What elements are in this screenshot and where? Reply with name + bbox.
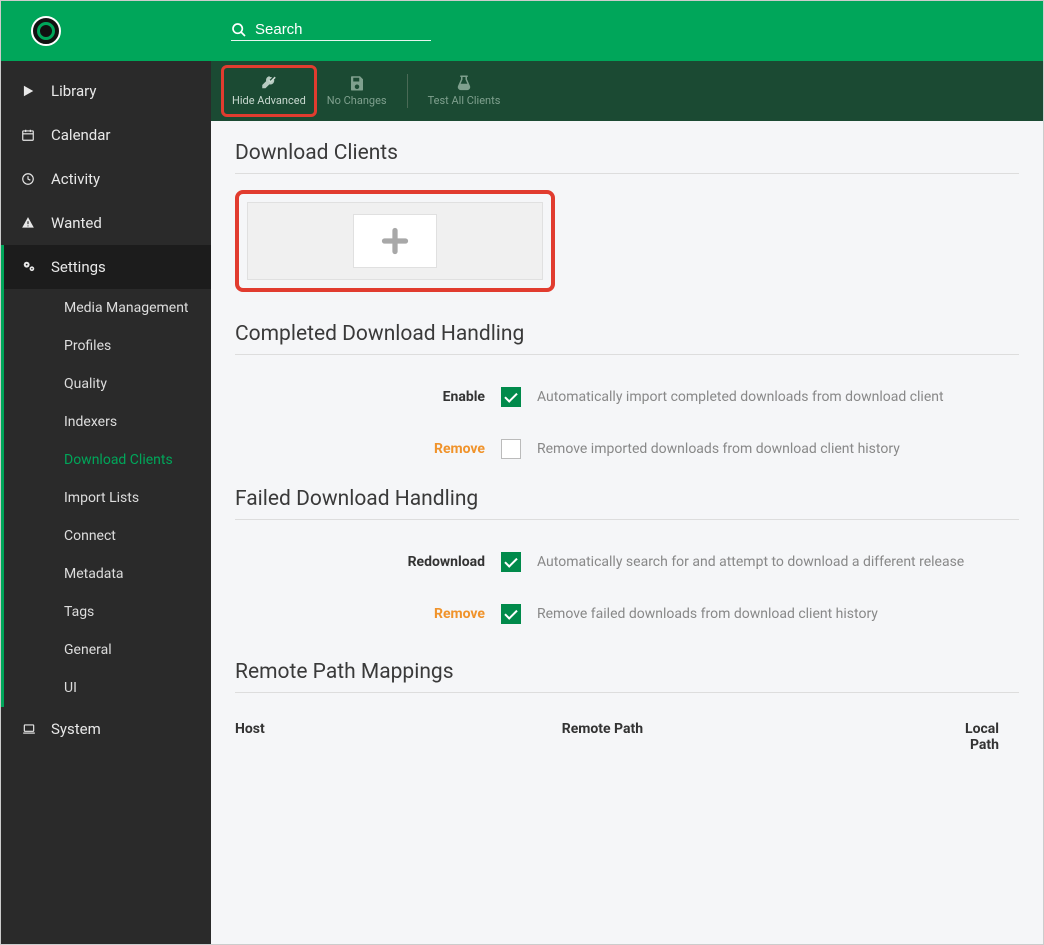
sub-tags[interactable]: Tags xyxy=(4,593,211,631)
checkbox-failed-redownload[interactable] xyxy=(501,552,521,572)
content: Download Clients Completed Download Hand… xyxy=(211,121,1043,944)
toolbar-test-all-button[interactable]: Test All Clients xyxy=(422,70,507,111)
label-enable: Enable xyxy=(235,389,485,405)
nav-system[interactable]: System xyxy=(1,707,211,751)
nav-label: Settings xyxy=(51,258,106,276)
checkbox-failed-remove[interactable] xyxy=(501,604,521,624)
mapping-table-header: Host Remote Path Local Path xyxy=(235,709,1019,765)
sub-general[interactable]: General xyxy=(4,631,211,669)
toolbar-label: Hide Advanced xyxy=(232,94,306,107)
help-completed-remove: Remove imported downloads from download … xyxy=(537,441,900,457)
col-remote-path: Remote Path xyxy=(562,721,925,753)
sub-ui[interactable]: UI xyxy=(4,669,211,707)
toolbar-label: No Changes xyxy=(327,94,387,107)
vial-icon xyxy=(455,74,473,92)
sub-download-clients[interactable]: Download Clients xyxy=(4,441,211,479)
logo-cell xyxy=(1,16,211,46)
search-icon xyxy=(231,22,247,38)
save-icon xyxy=(348,74,366,92)
nav-label: Wanted xyxy=(51,214,102,232)
checkbox-completed-enable[interactable] xyxy=(501,387,521,407)
label-failed-remove: Remove xyxy=(235,606,485,622)
label-remove: Remove xyxy=(235,441,485,457)
plus-icon xyxy=(353,214,437,268)
app-logo[interactable] xyxy=(31,16,61,46)
sub-quality[interactable]: Quality xyxy=(4,365,211,403)
play-icon xyxy=(21,84,39,98)
cogs-icon xyxy=(21,260,39,274)
nav-label: Library xyxy=(51,82,96,100)
settings-subnav: Media Management Profiles Quality Indexe… xyxy=(1,289,211,707)
row-completed-enable: Enable Automatically import completed do… xyxy=(235,371,1019,423)
nav-wanted[interactable]: Wanted xyxy=(1,201,211,245)
add-download-client-card[interactable] xyxy=(247,202,543,280)
search-input[interactable] xyxy=(255,21,431,38)
laptop-icon xyxy=(21,722,39,736)
label-redownload: Redownload xyxy=(235,554,485,570)
toolbar-save-button[interactable]: No Changes xyxy=(321,70,393,111)
nav-label: Activity xyxy=(51,170,100,188)
app-header xyxy=(1,1,1043,61)
wrench-check-icon xyxy=(259,74,279,92)
main: Hide Advanced No Changes Test All Client… xyxy=(211,61,1043,944)
highlight-hide-advanced: Hide Advanced xyxy=(221,65,317,116)
sub-profiles[interactable]: Profiles xyxy=(4,327,211,365)
section-failed-handling: Failed Download Handling xyxy=(235,487,1019,520)
row-failed-redownload: Redownload Automatically search for and … xyxy=(235,536,1019,588)
toolbar-label: Test All Clients xyxy=(428,94,501,107)
checkbox-completed-remove[interactable] xyxy=(501,439,521,459)
nav-settings[interactable]: Settings xyxy=(1,245,211,289)
highlight-add-client xyxy=(235,190,555,292)
toolbar-hide-advanced-button[interactable]: Hide Advanced xyxy=(226,70,312,111)
row-completed-remove: Remove Remove imported downloads from do… xyxy=(235,423,1019,475)
help-failed-remove: Remove failed downloads from download cl… xyxy=(537,606,878,622)
nav-library[interactable]: Library xyxy=(1,69,211,113)
nav-label: System xyxy=(51,720,101,738)
toolbar: Hide Advanced No Changes Test All Client… xyxy=(211,61,1043,121)
search-field[interactable] xyxy=(231,21,431,41)
warning-icon xyxy=(21,216,39,230)
toolbar-separator xyxy=(407,74,408,108)
sub-import-lists[interactable]: Import Lists xyxy=(4,479,211,517)
calendar-icon xyxy=(21,128,39,142)
sub-connect[interactable]: Connect xyxy=(4,517,211,555)
help-failed-redownload: Automatically search for and attempt to … xyxy=(537,554,964,570)
sidebar: Library Calendar Activity Wanted xyxy=(1,61,211,944)
col-local-path: Local Path xyxy=(965,721,1019,753)
nav-activity[interactable]: Activity xyxy=(1,157,211,201)
sub-metadata[interactable]: Metadata xyxy=(4,555,211,593)
section-download-clients: Download Clients xyxy=(235,141,1019,174)
row-failed-remove: Remove Remove failed downloads from down… xyxy=(235,588,1019,640)
clock-icon xyxy=(21,172,39,186)
section-completed-handling: Completed Download Handling xyxy=(235,322,1019,355)
section-remote-mappings: Remote Path Mappings xyxy=(235,660,1019,693)
sub-media-management[interactable]: Media Management xyxy=(4,289,211,327)
nav-label: Calendar xyxy=(51,126,111,144)
sub-indexers[interactable]: Indexers xyxy=(4,403,211,441)
help-completed-enable: Automatically import completed downloads… xyxy=(537,389,944,405)
nav-calendar[interactable]: Calendar xyxy=(1,113,211,157)
col-host: Host xyxy=(235,721,522,753)
